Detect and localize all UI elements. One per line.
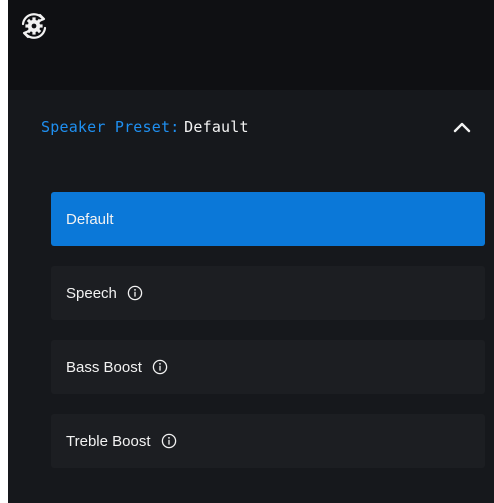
speaker-preset-value: Default <box>184 118 249 136</box>
preset-option-speech[interactable]: Speech <box>51 266 485 320</box>
preset-option-label: Speech <box>66 284 117 302</box>
preset-option-label: Bass Boost <box>66 358 142 376</box>
speaker-preset-dropdown-header[interactable]: Speaker Preset: Default <box>8 104 494 150</box>
info-icon[interactable] <box>152 359 168 375</box>
sync-settings-gear-icon[interactable] <box>18 10 50 42</box>
preset-option-bass-boost[interactable]: Bass Boost <box>51 340 485 394</box>
speaker-settings-panel: Speaker Preset: Default Default Speech B… <box>8 0 494 503</box>
speaker-preset-title: Speaker Preset: Default <box>41 118 249 137</box>
preset-options-list: Default Speech Bass Boost Treble Boost <box>51 192 485 488</box>
speaker-preset-label: Speaker Preset: <box>41 118 180 136</box>
info-icon[interactable] <box>127 285 143 301</box>
chevron-up-icon[interactable] <box>452 118 472 136</box>
preset-option-default[interactable]: Default <box>51 192 485 246</box>
preset-option-treble-boost[interactable]: Treble Boost <box>51 414 485 468</box>
top-bar <box>8 0 494 90</box>
info-icon[interactable] <box>161 433 177 449</box>
preset-option-label: Default <box>66 210 114 228</box>
preset-option-label: Treble Boost <box>66 432 151 450</box>
